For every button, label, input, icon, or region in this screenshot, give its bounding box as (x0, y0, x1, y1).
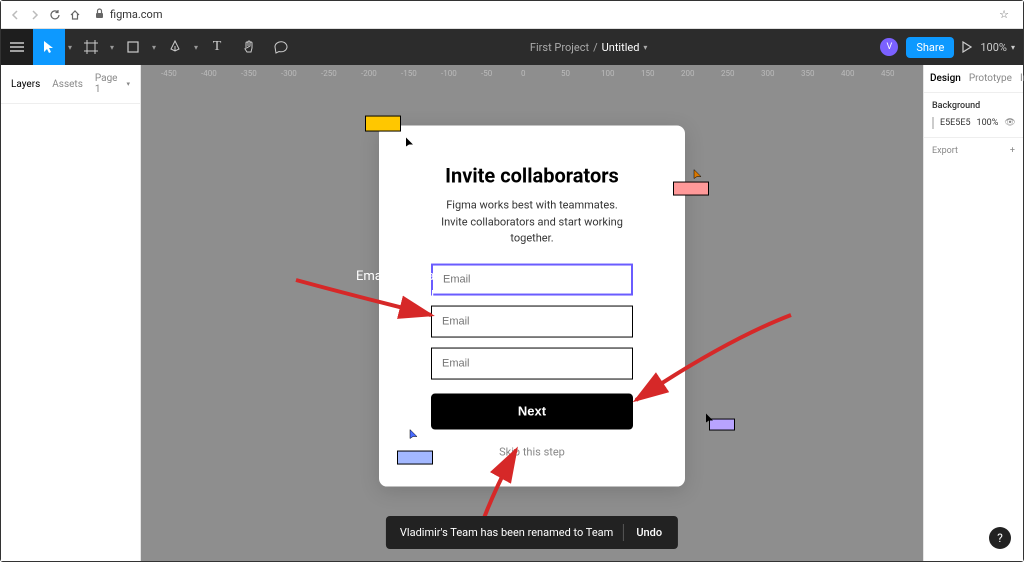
toast-notification: Vladimir's Team has been renamed to Team… (386, 516, 678, 549)
toast-message: Vladimir's Team has been renamed to Team (400, 526, 613, 539)
email-field[interactable] (431, 263, 633, 295)
visibility-icon[interactable]: 👁 (1004, 118, 1015, 128)
undo-button[interactable]: Undo (623, 524, 674, 541)
shape-dropdown-icon[interactable]: ▾ (149, 43, 159, 52)
move-dropdown-icon[interactable]: ▾ (65, 43, 75, 52)
decoration-rect (397, 450, 433, 464)
modal-subtext: Figma works best with teammates.Invite c… (431, 198, 633, 248)
hand-tool-icon[interactable] (233, 29, 265, 65)
color-swatch[interactable] (932, 117, 934, 129)
tab-layers[interactable]: Layers (11, 79, 40, 90)
project-name[interactable]: First Project (530, 41, 589, 54)
decoration-cursor-icon (705, 409, 715, 428)
decoration-rect (673, 182, 709, 196)
frame-tool-icon[interactable] (75, 29, 107, 65)
move-tool-icon[interactable] (33, 29, 65, 65)
email-field[interactable] (431, 347, 633, 379)
lock-icon (95, 8, 104, 22)
modal-heading: Invite collaborators (431, 164, 633, 188)
reload-icon[interactable] (49, 9, 61, 21)
tab-prototype[interactable]: Prototype (969, 73, 1012, 84)
decoration-cursor-icon (409, 425, 419, 444)
tab-assets[interactable]: Assets (52, 79, 83, 90)
pen-dropdown-icon[interactable]: ▾ (191, 43, 201, 52)
figma-toolbar: ▾ ▾ ▾ ▾ T First Project / Untitled ▾ V S… (1, 29, 1023, 65)
right-panel: Design Prototype Inspect Background E5E5… (923, 65, 1023, 561)
share-button[interactable]: Share (906, 37, 954, 58)
forward-icon[interactable] (29, 9, 41, 21)
color-hex[interactable]: E5E5E5 (940, 118, 971, 128)
decoration-rect (365, 116, 401, 132)
title-dropdown-icon[interactable]: ▾ (643, 43, 647, 52)
email-field[interactable] (431, 305, 633, 337)
comment-tool-icon[interactable] (265, 29, 297, 65)
shape-tool-icon[interactable] (117, 29, 149, 65)
present-icon[interactable] (962, 38, 972, 57)
avatar[interactable]: V (880, 38, 898, 56)
zoom-control[interactable]: 100%▾ (980, 41, 1015, 54)
ruler-vertical (141, 65, 157, 561)
canvas[interactable]: -450 -400 -350 -300 -250 -200 -150 -100 … (141, 65, 923, 561)
ruler-horizontal: -450 -400 -350 -300 -250 -200 -150 -100 … (141, 65, 923, 81)
decoration-cursor-icon (693, 166, 703, 185)
pen-tool-icon[interactable] (159, 29, 191, 65)
main-menu-icon[interactable] (1, 29, 33, 65)
export-label: Export (932, 146, 958, 156)
annotation-arrow-icon (626, 310, 796, 410)
add-export-icon[interactable]: + (1010, 146, 1015, 156)
tab-inspect[interactable]: Inspect (1020, 73, 1024, 84)
background-label: Background (932, 101, 1015, 111)
help-button[interactable]: ? (989, 527, 1011, 549)
url-bar[interactable]: figma.com ☆ (89, 8, 1015, 22)
star-icon[interactable]: ☆ (999, 8, 1009, 21)
annotation-arrow-icon (291, 275, 441, 325)
decoration-cursor-icon (405, 134, 415, 153)
frame-dropdown-icon[interactable]: ▾ (107, 43, 117, 52)
skip-link[interactable]: Skip this step (431, 445, 633, 458)
text-tool-icon[interactable]: T (201, 29, 233, 65)
home-icon[interactable] (69, 9, 81, 21)
next-button[interactable]: Next (431, 393, 633, 429)
left-panel: Layers Assets Page 1▾ (1, 65, 141, 561)
url-text: figma.com (110, 8, 162, 21)
page-selector[interactable]: Page 1▾ (95, 73, 130, 95)
browser-chrome: figma.com ☆ (1, 1, 1023, 29)
color-opacity[interactable]: 100% (977, 118, 999, 128)
tab-design[interactable]: Design (930, 73, 961, 84)
back-icon[interactable] (9, 9, 21, 21)
file-title[interactable]: Untitled (602, 41, 640, 54)
